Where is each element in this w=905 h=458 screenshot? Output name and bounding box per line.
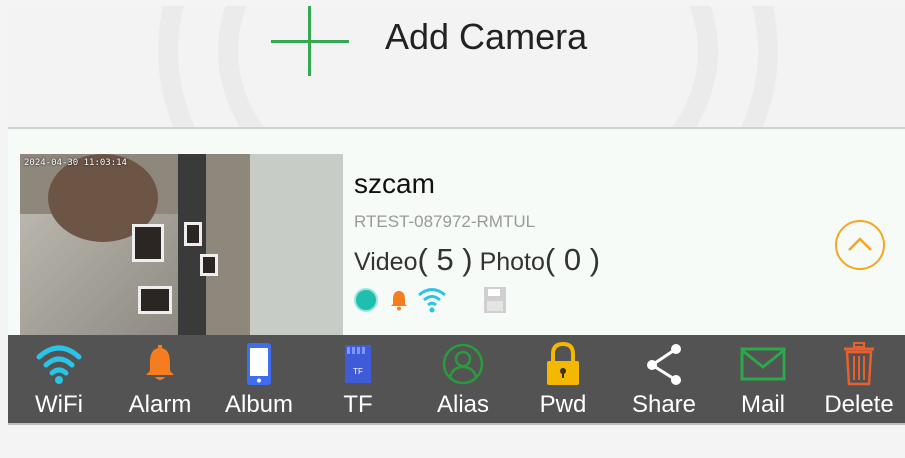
camera-card[interactable]: 2024-04-30 11:03:14 szcam RTEST-087972-R…	[8, 130, 905, 335]
add-camera-header[interactable]: Add Camera	[8, 6, 905, 127]
toolbar-wifi-button[interactable]: WiFi	[14, 335, 104, 423]
share-icon	[647, 344, 681, 385]
camera-uid: RTEST-087972-RMTUL	[354, 212, 536, 231]
toolbar-bottom-line	[8, 423, 905, 425]
toolbar-label: Pwd	[539, 391, 587, 418]
lock-icon	[547, 341, 579, 385]
media-counts: Video( 5 ) Photo( 0 )	[354, 242, 601, 277]
expand-button[interactable]	[835, 220, 885, 270]
toolbar-label: TF	[343, 391, 373, 418]
toolbar-alarm-button[interactable]: Alarm	[116, 335, 204, 423]
wifi-icon	[36, 345, 82, 384]
camera-toolbar: WiFi Alarm Album TF TF Alias Pwd Share M…	[8, 335, 905, 423]
toolbar-mail-button[interactable]: Mail	[720, 335, 806, 423]
chevron-up-icon	[848, 237, 872, 251]
toolbar-share-button[interactable]: Share	[618, 335, 710, 423]
bell-icon	[146, 345, 174, 380]
wifi-icon	[418, 288, 446, 313]
video-label: Video	[354, 248, 418, 276]
bell-icon	[391, 291, 407, 311]
svg-text:TF: TF	[353, 367, 363, 376]
mail-icon	[740, 347, 786, 381]
toolbar-alias-button[interactable]: Alias	[418, 335, 508, 423]
header-divider	[8, 127, 905, 129]
photo-label: Photo	[479, 248, 545, 276]
sd-card-icon: TF	[345, 345, 371, 383]
toolbar-label: Alarm	[128, 391, 192, 418]
toolbar-label: Share	[631, 391, 697, 418]
trash-icon	[844, 342, 874, 386]
phone-icon	[247, 343, 271, 385]
video-count: 5	[436, 242, 454, 277]
toolbar-album-button[interactable]: Album	[214, 335, 304, 423]
camera-name: szcam	[354, 168, 435, 199]
toolbar-label: Mail	[740, 391, 785, 418]
photo-count: 0	[563, 242, 582, 277]
toolbar-label: Album	[224, 391, 294, 418]
add-camera-title[interactable]: Add Camera	[385, 16, 587, 58]
toolbar-pwd-button[interactable]: Pwd	[518, 335, 608, 423]
video-timestamp: 2024-04-30 11:03:14	[24, 158, 127, 168]
user-icon	[442, 343, 484, 385]
sd-card-icon	[484, 287, 506, 313]
toolbar-label: WiFi	[35, 391, 83, 418]
toolbar-delete-button[interactable]: Delete	[813, 335, 905, 423]
toolbar-tf-button[interactable]: TF TF	[318, 335, 398, 423]
online-dot-icon	[354, 288, 378, 312]
toolbar-label: Alias	[436, 391, 490, 418]
toolbar-label: Delete	[824, 391, 894, 418]
camera-thumbnail[interactable]: 2024-04-30 11:03:14	[20, 154, 343, 335]
